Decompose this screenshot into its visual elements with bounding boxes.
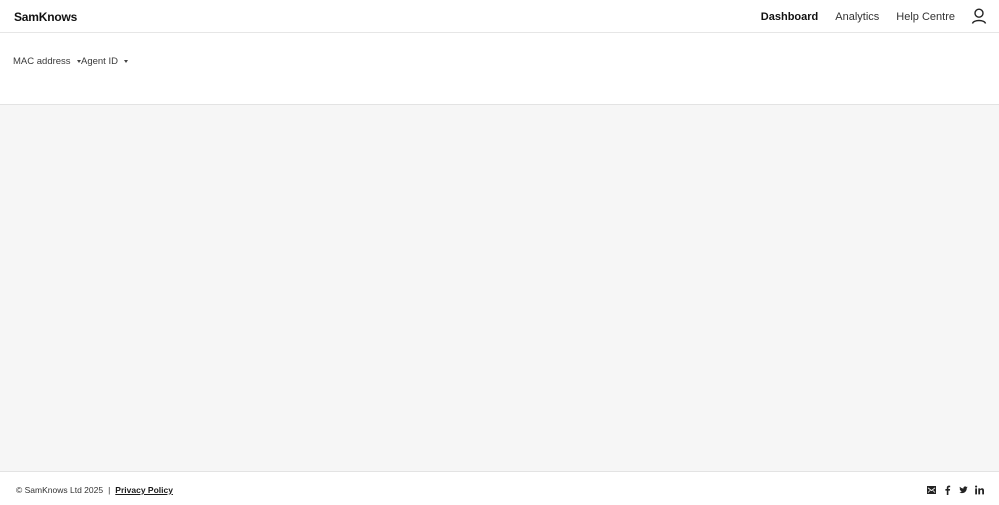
- user-account-button[interactable]: [970, 8, 988, 24]
- filter-bar: MAC address Agent ID: [0, 33, 999, 105]
- footer: © SamKnows Ltd 2025 | Privacy Policy: [0, 471, 999, 505]
- twitter-icon[interactable]: [959, 485, 968, 495]
- mac-address-filter[interactable]: MAC address: [13, 56, 81, 67]
- caret-down-icon: [76, 60, 81, 63]
- dashboard-content: [0, 105, 999, 471]
- main-nav: Dashboard Analytics Help Centre: [761, 11, 955, 23]
- user-icon: [971, 8, 987, 24]
- nav-help-centre[interactable]: Help Centre: [896, 11, 955, 23]
- caret-down-icon: [123, 60, 128, 63]
- footer-separator: |: [108, 485, 111, 495]
- linkedin-icon[interactable]: [975, 485, 984, 495]
- agent-id-filter[interactable]: Agent ID: [81, 56, 128, 67]
- email-icon[interactable]: [927, 485, 936, 495]
- top-header: SamKnows Dashboard Analytics Help Centre: [0, 0, 999, 33]
- mac-address-label: MAC address: [13, 56, 71, 67]
- social-links: [927, 485, 984, 495]
- nav-dashboard[interactable]: Dashboard: [761, 11, 818, 23]
- footer-copyright: © SamKnows Ltd 2025 | Privacy Policy: [16, 485, 173, 495]
- privacy-policy-link[interactable]: Privacy Policy: [115, 485, 173, 495]
- copyright-text: © SamKnows Ltd 2025: [16, 485, 104, 495]
- facebook-icon[interactable]: [943, 485, 952, 495]
- samknows-logo[interactable]: SamKnows: [14, 10, 77, 24]
- nav-analytics[interactable]: Analytics: [835, 11, 879, 23]
- agent-id-label: Agent ID: [81, 56, 118, 67]
